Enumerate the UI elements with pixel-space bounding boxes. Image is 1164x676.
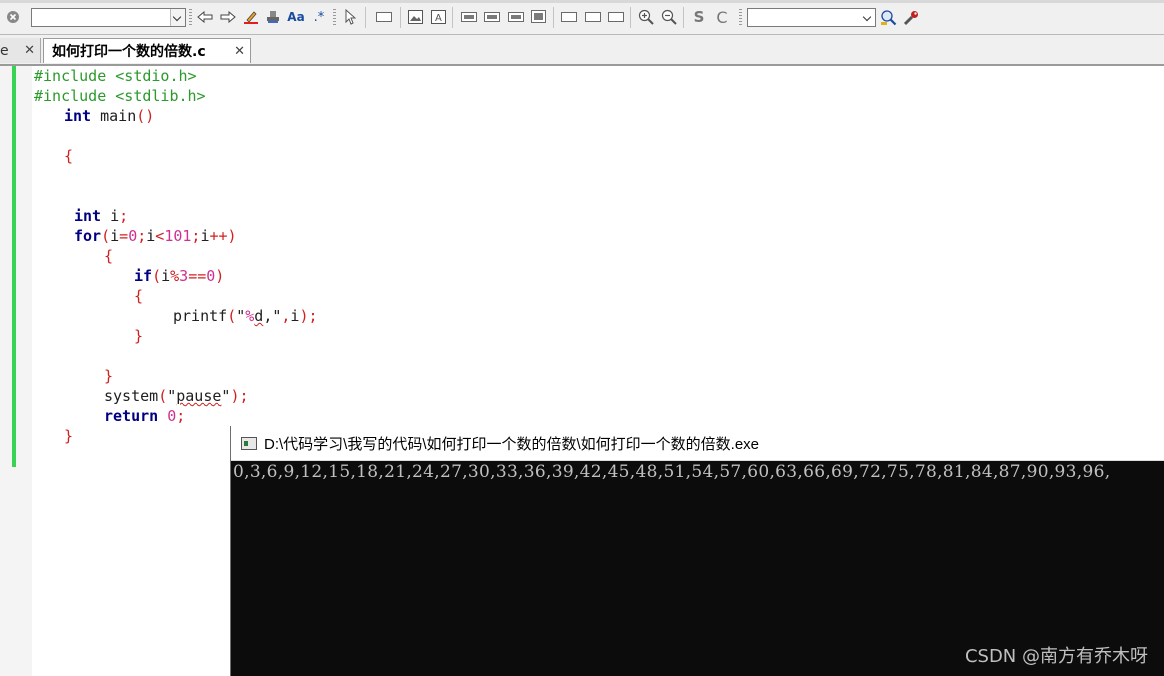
console-title: D:\代码学习\我写的代码\如何打印一个数的倍数\如何打印一个数的倍数.exe bbox=[264, 435, 760, 453]
frame-left-icon[interactable] bbox=[561, 12, 577, 22]
code-line: return 0; bbox=[104, 407, 186, 425]
stamp-icon[interactable] bbox=[264, 8, 282, 26]
find-combo[interactable] bbox=[747, 8, 876, 27]
toolbar-separator bbox=[553, 7, 554, 28]
fold-marker bbox=[12, 66, 16, 467]
find-combo-value bbox=[748, 13, 751, 27]
highlight-icon[interactable] bbox=[242, 8, 260, 26]
search-combo-value bbox=[32, 13, 35, 27]
toolbar-separator bbox=[400, 7, 401, 28]
code-line: } bbox=[64, 427, 74, 445]
pointer-icon[interactable] bbox=[342, 8, 358, 26]
s-icon[interactable]: S bbox=[691, 8, 707, 26]
tab-label: e bbox=[0, 42, 9, 59]
code-line: { bbox=[64, 147, 74, 165]
code-line: } bbox=[104, 367, 114, 385]
toolbar-grip[interactable] bbox=[739, 9, 742, 26]
zoom-in-icon[interactable] bbox=[637, 8, 655, 26]
search-icon[interactable] bbox=[879, 8, 897, 26]
regex-icon[interactable]: .* bbox=[310, 8, 328, 26]
frame-right-icon[interactable] bbox=[608, 12, 624, 22]
code-line: for(i=0;i<101;i++) bbox=[74, 227, 237, 245]
forward-arrow-icon[interactable] bbox=[219, 8, 237, 26]
console-output: 0,3,6,9,12,15,18,21,24,27,30,33,36,39,42… bbox=[233, 462, 1111, 482]
clear-icon[interactable] bbox=[5, 8, 21, 26]
close-icon[interactable]: ✕ bbox=[24, 43, 35, 58]
code-line: { bbox=[134, 287, 144, 305]
code-line: #include <stdio.h> bbox=[34, 67, 197, 85]
image-icon[interactable] bbox=[407, 8, 423, 26]
console-app-icon bbox=[241, 436, 257, 450]
tab-active-file[interactable]: 如何打印一个数的倍数.c ✕ bbox=[43, 38, 251, 63]
back-arrow-icon[interactable] bbox=[196, 8, 214, 26]
code-line: } bbox=[134, 327, 144, 345]
search-combo[interactable] bbox=[31, 8, 186, 27]
text-frame-icon[interactable]: A bbox=[430, 8, 446, 26]
toolbar-grip[interactable] bbox=[333, 9, 336, 26]
chevron-down-icon[interactable] bbox=[170, 9, 185, 26]
c-icon[interactable]: C bbox=[714, 8, 730, 27]
toolbar-grip[interactable] bbox=[189, 9, 192, 26]
tab-bar: e ✕ 如何打印一个数的倍数.c ✕ bbox=[0, 35, 1164, 66]
rect-icon[interactable] bbox=[376, 12, 392, 22]
toolbar: Aa .* A S C bbox=[0, 0, 1164, 35]
toolbar-separator bbox=[630, 7, 631, 28]
zoom-out-icon[interactable] bbox=[660, 8, 678, 26]
code-line: if(i%3==0) bbox=[134, 267, 225, 285]
code-line: #include <stdlib.h> bbox=[34, 87, 206, 105]
align-middle-icon[interactable] bbox=[484, 12, 500, 22]
align-fill-icon[interactable] bbox=[531, 10, 546, 23]
align-top-icon[interactable] bbox=[461, 12, 477, 22]
toolbar-separator bbox=[365, 7, 366, 28]
svg-text:A: A bbox=[435, 13, 442, 24]
wrench-icon[interactable] bbox=[902, 8, 920, 26]
console-title-bar[interactable]: D:\代码学习\我写的代码\如何打印一个数的倍数\如何打印一个数的倍数.exe bbox=[231, 426, 1164, 461]
code-line: { bbox=[104, 247, 114, 265]
chevron-down-icon[interactable] bbox=[861, 9, 875, 26]
code-line: printf("%d,",i); bbox=[173, 307, 318, 325]
font-icon[interactable]: Aa bbox=[287, 8, 305, 26]
tab-label: 如何打印一个数的倍数.c bbox=[52, 44, 206, 60]
close-icon[interactable]: ✕ bbox=[234, 44, 245, 59]
tab-previous-file[interactable]: e ✕ bbox=[0, 38, 41, 63]
editor-gutter[interactable] bbox=[0, 66, 32, 676]
align-bottom-icon[interactable] bbox=[508, 12, 524, 22]
frame-center-icon[interactable] bbox=[585, 12, 601, 22]
toolbar-separator bbox=[452, 7, 453, 28]
code-line: int i; bbox=[74, 207, 129, 225]
code-line: int main() bbox=[64, 107, 155, 125]
code-line: system("pause"); bbox=[104, 387, 249, 405]
watermark: CSDN @南方有乔木呀 bbox=[964, 646, 1148, 667]
console-window[interactable]: D:\代码学习\我写的代码\如何打印一个数的倍数\如何打印一个数的倍数.exe … bbox=[230, 426, 1164, 676]
toolbar-separator bbox=[683, 7, 684, 28]
